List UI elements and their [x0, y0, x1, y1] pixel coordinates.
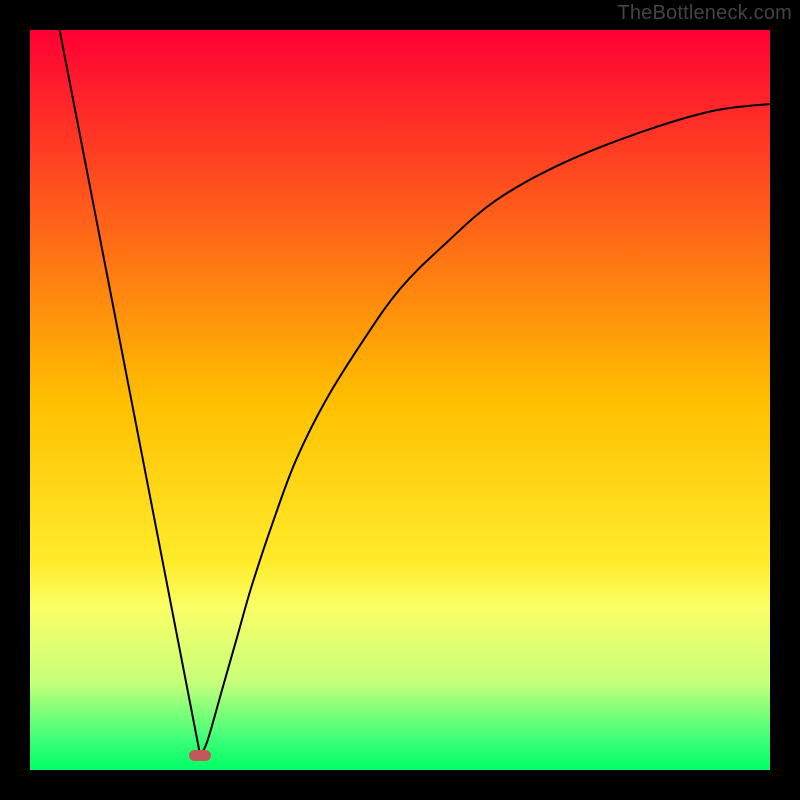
chart-container: TheBottleneck.com [0, 0, 800, 800]
plot-area [30, 30, 770, 770]
watermark-text: TheBottleneck.com [617, 2, 792, 25]
gradient-background [30, 30, 770, 770]
minimum-marker [189, 750, 211, 761]
chart-svg [30, 30, 770, 770]
